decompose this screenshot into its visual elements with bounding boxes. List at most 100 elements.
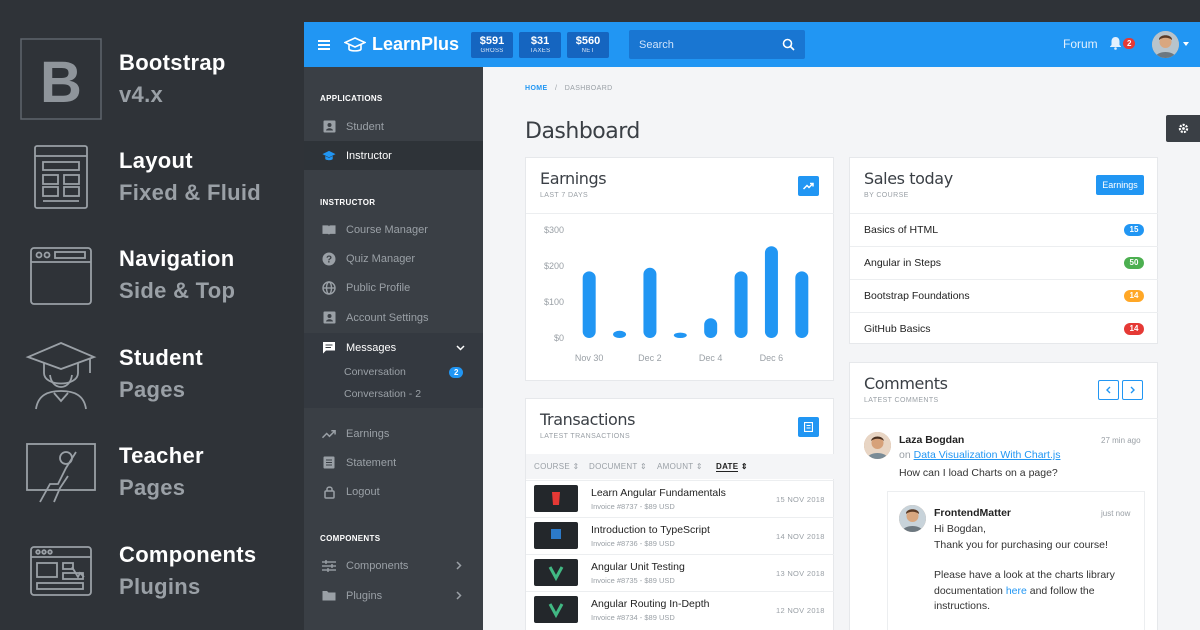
receipt-button[interactable] xyxy=(798,417,819,437)
column-course[interactable]: COURSE ⇕ xyxy=(534,462,580,471)
search-input[interactable] xyxy=(639,38,770,51)
invoice-text: Invoice #8737 - $89 USD xyxy=(591,502,675,511)
feature-subtitle: Pages xyxy=(119,377,186,402)
column-amount[interactable]: AMOUNT ⇕ xyxy=(657,462,703,471)
previous-button[interactable] xyxy=(1098,380,1119,400)
table-row[interactable]: Learn Angular Fundamentals Invoice #8737… xyxy=(526,480,834,517)
sidebar-item-student[interactable]: Student xyxy=(304,112,483,141)
account-box-icon xyxy=(322,311,336,325)
course-name: Introduction to TypeScript xyxy=(591,524,710,536)
search-box xyxy=(629,30,806,59)
svg-text:B: B xyxy=(40,50,82,115)
chart-bar[interactable] xyxy=(764,246,778,338)
transaction-date: 15 NOV 2018 xyxy=(776,495,825,504)
card-subtitle: BY COURSE xyxy=(864,192,909,199)
bell-icon xyxy=(1110,37,1121,50)
notifications-button[interactable]: 2 xyxy=(1109,36,1136,50)
sidebar-item-components[interactable]: Components xyxy=(304,551,483,580)
components-icon xyxy=(20,530,102,612)
search-icon[interactable] xyxy=(782,38,795,51)
sidebar-item-logout[interactable]: Logout xyxy=(304,477,483,506)
chart-bar[interactable] xyxy=(734,271,748,338)
sidebar-item-plugins[interactable]: Plugins xyxy=(304,581,483,610)
column-date[interactable]: DATE ⇕ xyxy=(716,462,748,472)
conversation-count-badge: 2 xyxy=(449,367,464,378)
column-document[interactable]: DOCUMENT ⇕ xyxy=(589,462,647,471)
sidebar-item-account-settings[interactable]: Account Settings xyxy=(304,303,483,332)
chart-bar[interactable] xyxy=(795,271,809,338)
comment-time: just now xyxy=(1101,509,1131,518)
forum-link[interactable]: Forum xyxy=(1063,37,1098,51)
chevron-down-icon[interactable] xyxy=(456,344,465,351)
comment-author[interactable]: FrontendMatter xyxy=(934,507,1011,519)
sidebar-item-statement[interactable]: Statement xyxy=(304,448,483,477)
feature-layout: Layout Fixed & Fluid xyxy=(20,136,261,218)
sales-row[interactable]: Angular in Steps 50 xyxy=(850,246,1158,279)
comments-card: Comments LATEST COMMENTS Laza Bogdan 27 … xyxy=(849,362,1158,630)
feature-title: Student xyxy=(119,345,203,370)
table-row[interactable]: Angular Unit Testing Invoice #8735 - $89… xyxy=(526,554,834,591)
page-title: Dashboard xyxy=(525,119,640,144)
chart-bar[interactable] xyxy=(582,271,596,338)
breadcrumb: HOME / DASHBOARD xyxy=(525,85,613,92)
graduation-cap-icon xyxy=(322,149,336,163)
avatar[interactable] xyxy=(899,505,926,532)
table-row[interactable]: Angular Routing In-Depth Invoice #8734 -… xyxy=(526,591,834,628)
avatar[interactable] xyxy=(864,432,891,459)
sidebar-item-label: Components xyxy=(346,559,409,572)
reply-comment: FrontendMatter just now Hi Bogdan, Thank… xyxy=(887,491,1145,630)
next-button[interactable] xyxy=(1122,380,1143,400)
chart-bar[interactable] xyxy=(704,318,718,338)
menu-icon[interactable] xyxy=(318,39,330,50)
chevron-right-icon[interactable] xyxy=(456,561,462,570)
settings-button[interactable] xyxy=(1166,115,1200,142)
earnings-button[interactable]: Earnings xyxy=(1096,175,1144,195)
sidebar-item-quiz-manager[interactable]: ? Quiz Manager xyxy=(304,244,483,273)
x-tick-label: Dec 4 xyxy=(699,353,723,363)
stat-label: GROSS xyxy=(480,47,504,54)
sidebar-subitem-conversation-2[interactable]: Conversation - 2 xyxy=(344,388,421,400)
sidebar-section-applications: APPLICATIONS xyxy=(320,94,383,103)
user-avatar[interactable] xyxy=(1152,31,1179,58)
brand[interactable]: LearnPlus xyxy=(344,34,459,55)
stat-label: TAXES xyxy=(529,47,551,54)
sales-row[interactable]: Basics of HTML 15 xyxy=(850,213,1158,246)
feature-title: Bootstrap xyxy=(119,50,226,75)
sales-count-badge: 14 xyxy=(1124,323,1144,335)
feature-subtitle: Fixed & Fluid xyxy=(119,180,262,205)
feature-subtitle: Plugins xyxy=(119,574,201,599)
sidebar-item-public-profile[interactable]: Public Profile xyxy=(304,273,483,302)
sales-row[interactable]: Bootstrap Foundations 14 xyxy=(850,279,1158,312)
chevron-down-icon[interactable] xyxy=(1183,42,1189,46)
sidebar-item-course-manager[interactable]: Course Manager xyxy=(304,215,483,244)
chart-bar[interactable] xyxy=(613,330,627,338)
trend-button[interactable] xyxy=(798,176,819,196)
sidebar-item-instructor[interactable]: Instructor xyxy=(304,141,483,170)
breadcrumb-home[interactable]: HOME xyxy=(525,85,548,92)
course-name: Angular Routing In-Depth xyxy=(591,598,710,610)
documentation-link[interactable]: here xyxy=(1006,585,1027,597)
chart-bar[interactable] xyxy=(643,267,657,338)
chevron-left-icon xyxy=(1106,386,1111,394)
stat-net: $560 NET xyxy=(567,31,610,58)
chart-bar[interactable] xyxy=(673,332,687,338)
y-tick-label: $100 xyxy=(544,297,564,307)
sales-count-badge: 50 xyxy=(1124,257,1144,269)
table-row[interactable]: Introduction to TypeScript Invoice #8736… xyxy=(526,517,834,554)
sales-row[interactable]: GitHub Basics 14 xyxy=(850,312,1158,345)
course-thumbnail xyxy=(534,485,578,512)
feature-teacher: Teacher Pages xyxy=(20,431,204,513)
teacher-board-icon xyxy=(20,431,102,513)
chevron-right-icon[interactable] xyxy=(456,591,462,600)
stat-value: $560 xyxy=(575,34,601,47)
sidebar-subitem-conversation[interactable]: Conversation xyxy=(344,366,406,378)
comment-course-link[interactable]: Data Visualization With Chart.js xyxy=(914,449,1061,461)
comment-author[interactable]: Laza Bogdan xyxy=(899,434,964,446)
chevron-right-icon xyxy=(1130,386,1135,394)
card-title: Earnings xyxy=(540,169,607,188)
sidebar-item-messages[interactable]: Messages xyxy=(304,333,483,362)
sidebar-item-earnings[interactable]: Earnings xyxy=(304,419,483,448)
feature-components: Components Plugins xyxy=(20,530,256,612)
y-tick-label: $0 xyxy=(554,333,564,343)
feature-title: Components xyxy=(119,542,257,567)
